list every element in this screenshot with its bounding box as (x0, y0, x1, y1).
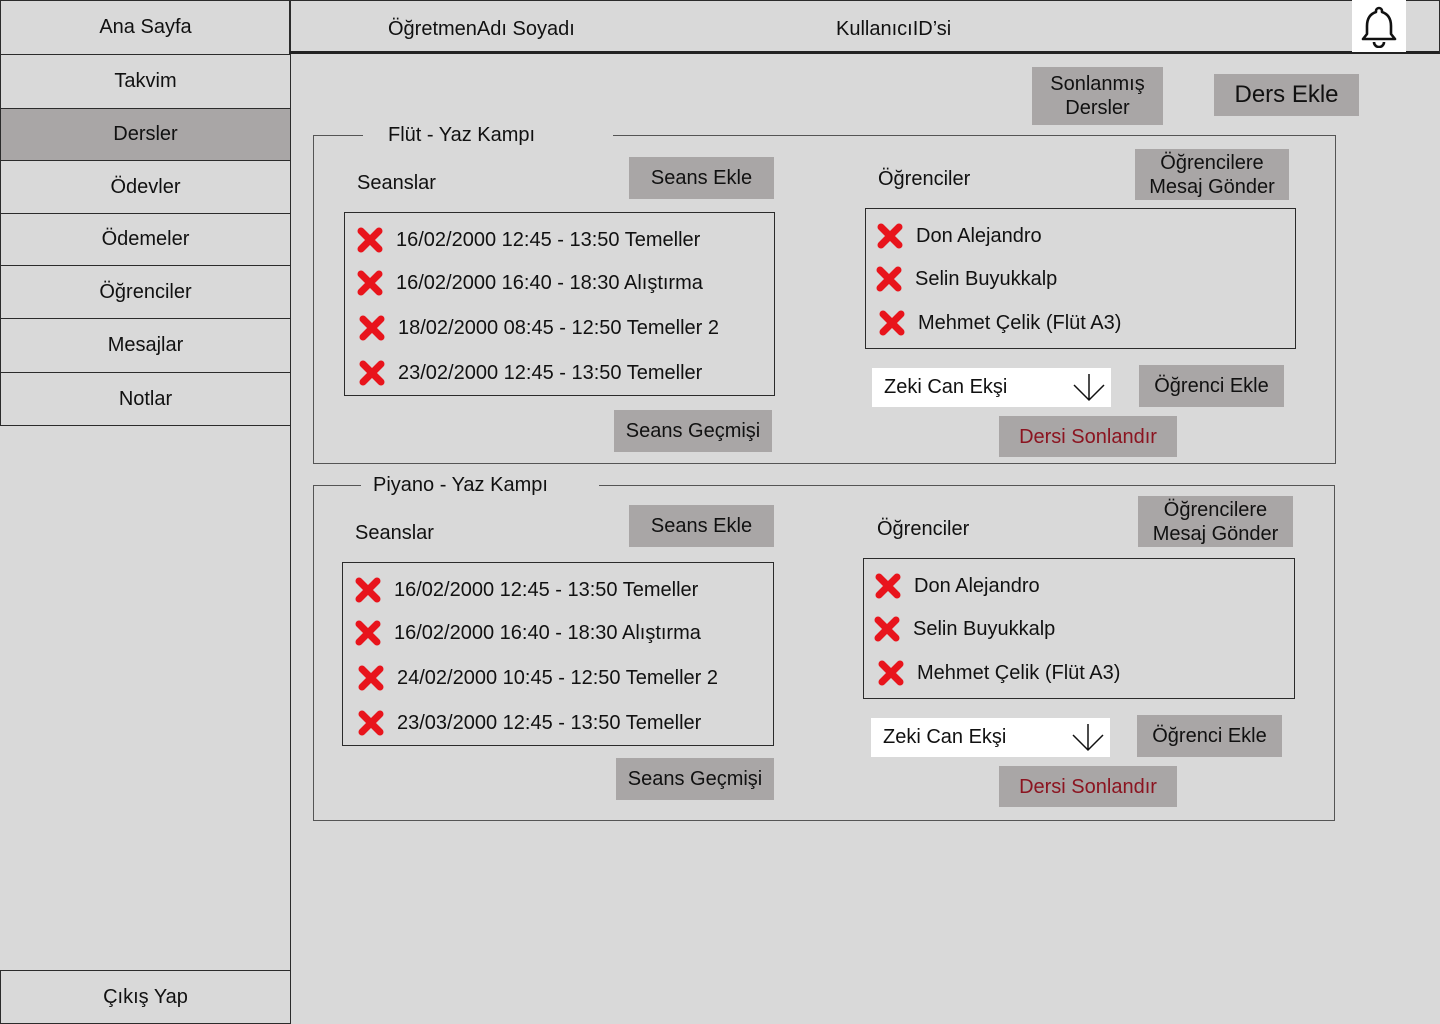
end-course-button[interactable]: Dersi Sonlandır (999, 766, 1177, 807)
sidebar-item-label: Ödevler (110, 175, 181, 198)
list-item: 23/03/2000 12:45 - 13:50 Temeller (357, 709, 701, 737)
sidebar-item-ana-sayfa[interactable]: Ana Sayfa (0, 0, 291, 55)
student-select-value: Zeki Can Ekşi (883, 726, 1007, 748)
logout-label: Çıkış Yap (103, 985, 188, 1008)
list-item: 24/02/2000 10:45 - 12:50 Temeller 2 (357, 664, 718, 692)
session-text: 23/03/2000 12:45 - 13:50 Temeller (397, 711, 702, 734)
students-label: Öğrenciler (877, 518, 970, 540)
list-item: Don Alejandro (874, 572, 1040, 600)
message-students-button[interactable]: Öğrencilere Mesaj Gönder (1138, 496, 1293, 547)
session-text: 16/02/2000 16:40 - 18:30 Alıştırma (394, 621, 701, 644)
session-text: 23/02/2000 12:45 - 13:50 Temeller (398, 361, 703, 384)
student-name: Selin Buyukkalp (915, 267, 1058, 290)
sidebar-empty-area (0, 425, 291, 971)
list-item: 16/02/2000 12:45 - 13:50 Temeller (356, 226, 700, 254)
delete-icon[interactable] (356, 269, 384, 297)
delete-icon[interactable] (877, 659, 905, 687)
list-item: 16/02/2000 16:40 - 18:30 Alıştırma (356, 269, 703, 297)
sidebar-item-label: Dersler (113, 123, 178, 145)
list-item: 23/02/2000 12:45 - 13:50 Temeller (358, 359, 702, 387)
chevron-down-icon (1072, 724, 1104, 752)
delete-icon[interactable] (357, 709, 385, 737)
add-student-button[interactable]: Öğrenci Ekle (1137, 715, 1282, 757)
delete-icon[interactable] (354, 576, 382, 604)
list-item: Don Alejandro (876, 222, 1042, 250)
session-text: 16/02/2000 16:40 - 18:30 Alıştırma (396, 271, 703, 294)
delete-icon[interactable] (358, 359, 386, 387)
add-student-button[interactable]: Öğrenci Ekle (1139, 365, 1284, 407)
student-select-value: Zeki Can Ekşi (884, 376, 1008, 398)
student-name: Don Alejandro (914, 574, 1040, 597)
sidebar-item-label: Takvim (114, 70, 177, 92)
student-select[interactable]: Zeki Can Ekşi (872, 368, 1111, 407)
delete-icon[interactable] (876, 222, 904, 250)
delete-icon[interactable] (873, 615, 901, 643)
add-session-button[interactable]: Seans Ekle (629, 505, 774, 547)
sidebar-item-odemeler[interactable]: Ödemeler (0, 213, 291, 266)
add-course-button[interactable]: Ders Ekle (1214, 74, 1359, 116)
list-item: 16/02/2000 16:40 - 18:30 Alıştırma (354, 619, 701, 647)
list-item: Mehmet Çelik (Flüt A3) (878, 309, 1121, 337)
delete-icon[interactable] (874, 572, 902, 600)
sidebar-item-mesajlar[interactable]: Mesajlar (0, 318, 291, 373)
end-course-button[interactable]: Dersi Sonlandır (999, 416, 1177, 457)
students-label: Öğrenciler (878, 168, 971, 190)
list-item: Selin Buyukkalp (873, 615, 1055, 643)
delete-icon[interactable] (354, 619, 382, 647)
sidebar-item-label: Notlar (118, 387, 173, 410)
session-text: 18/02/2000 08:45 - 12:50 Temeller 2 (398, 316, 719, 339)
sidebar-item-label: Mesajlar (107, 334, 184, 356)
logout-button[interactable]: Çıkış Yap (0, 970, 291, 1024)
teacher-name: ÖğretmenAdı Soyadı (388, 18, 575, 40)
student-name: Selin Buyukkalp (913, 617, 1056, 640)
user-id: KullanıcıID’si (836, 18, 952, 40)
delete-icon[interactable] (875, 265, 903, 293)
list-item: 18/02/2000 08:45 - 12:50 Temeller 2 (358, 314, 719, 342)
list-item: Selin Buyukkalp (875, 265, 1057, 293)
session-history-button[interactable]: Seans Geçmişi (614, 410, 772, 452)
student-select[interactable]: Zeki Can Ekşi (871, 718, 1110, 757)
list-item: 16/02/2000 12:45 - 13:50 Temeller (354, 576, 698, 604)
message-students-button[interactable]: Öğrencilere Mesaj Gönder (1135, 149, 1289, 200)
notifications-button[interactable] (1352, 0, 1406, 52)
student-name: Mehmet Çelik (Flüt A3) (917, 661, 1121, 684)
sidebar-item-odevler[interactable]: Ödevler (0, 160, 291, 214)
sidebar-item-label: Ödemeler (101, 228, 190, 250)
session-text: 24/02/2000 10:45 - 12:50 Temeller 2 (397, 666, 718, 689)
delete-icon[interactable] (356, 226, 384, 254)
chevron-down-icon (1073, 374, 1105, 402)
delete-icon[interactable] (357, 664, 385, 692)
session-history-button[interactable]: Seans Geçmişi (616, 758, 774, 800)
add-session-button[interactable]: Seans Ekle (629, 157, 774, 199)
course-title: Flüt - Yaz Kampı (363, 123, 613, 147)
sidebar-item-dersler[interactable]: Dersler (0, 108, 291, 161)
bell-icon (1361, 6, 1397, 48)
delete-icon[interactable] (878, 309, 906, 337)
finished-courses-button[interactable]: Sonlanmış Dersler (1032, 67, 1163, 125)
sessions-label: Seanslar (355, 522, 434, 544)
student-name: Don Alejandro (916, 224, 1042, 247)
course-title: Piyano - Yaz Kampı (361, 473, 599, 497)
sessions-label: Seanslar (357, 172, 436, 194)
sidebar-item-label: Ana Sayfa (99, 16, 192, 38)
session-text: 16/02/2000 12:45 - 13:50 Temeller (394, 578, 699, 601)
session-text: 16/02/2000 12:45 - 13:50 Temeller (396, 228, 701, 251)
top-header: ÖğretmenAdı Soyadı KullanıcıID’si (289, 0, 1440, 54)
sidebar-item-takvim[interactable]: Takvim (0, 54, 291, 109)
student-name: Mehmet Çelik (Flüt A3) (918, 311, 1122, 334)
sidebar-item-label: Öğrenciler (99, 280, 192, 303)
list-item: Mehmet Çelik (Flüt A3) (877, 659, 1120, 687)
sidebar-item-ogrenciler[interactable]: Öğrenciler (0, 265, 291, 319)
delete-icon[interactable] (358, 314, 386, 342)
sidebar-item-notlar[interactable]: Notlar (0, 372, 291, 426)
